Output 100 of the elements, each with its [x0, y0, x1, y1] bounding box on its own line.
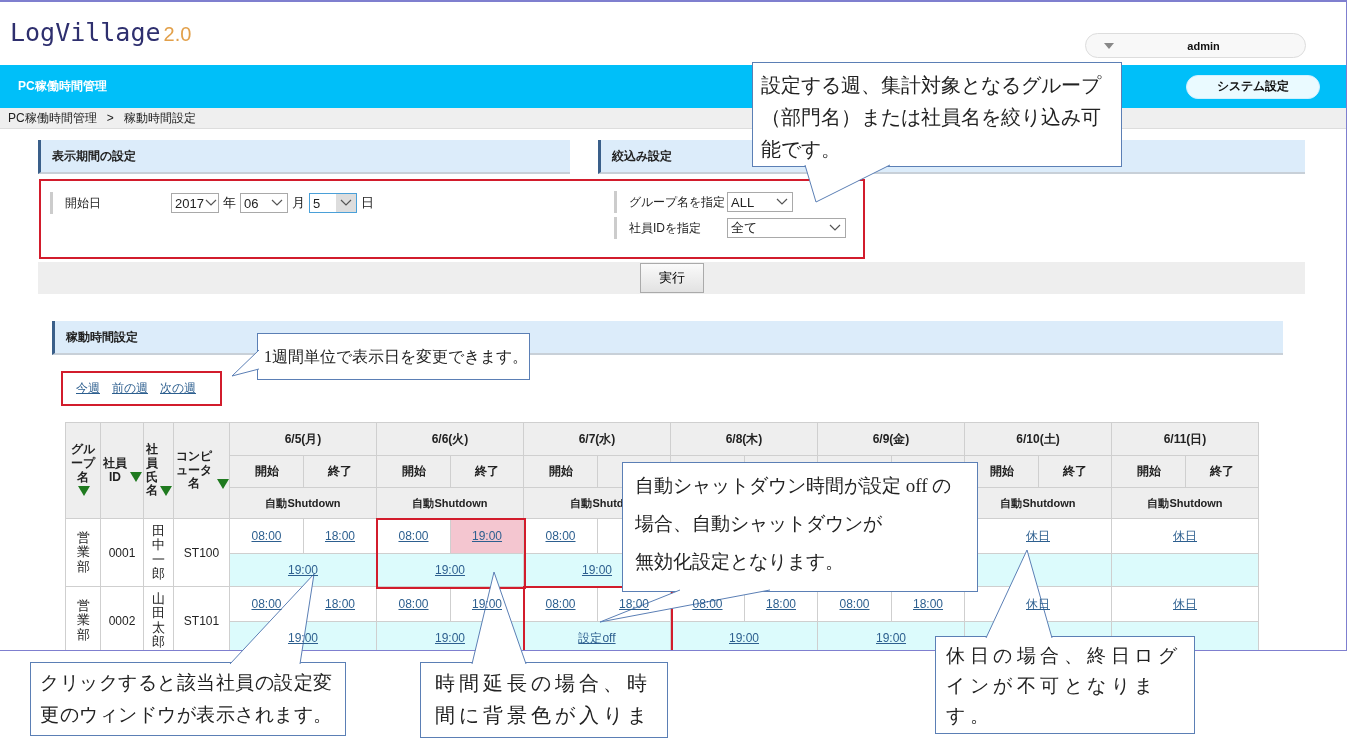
holiday-link[interactable]: 休日 — [1026, 528, 1050, 543]
column-header[interactable]: コンピュータ名 — [173, 422, 230, 519]
section-title: 表示期間の設定 — [52, 147, 136, 165]
week-link[interactable]: 次の週 — [160, 380, 196, 397]
shutdown-link[interactable]: 19:00 — [876, 631, 906, 645]
user-menu[interactable]: admin — [1085, 33, 1306, 58]
unit-label: 日 — [361, 194, 374, 212]
shutdown-link[interactable]: 19:00 — [435, 563, 465, 577]
time-link[interactable]: 08:00 — [692, 597, 723, 611]
time-link[interactable]: 08:00 — [545, 597, 576, 611]
column-header[interactable]: 社員ID — [100, 422, 144, 519]
column-header: 終了 — [303, 455, 377, 488]
breadcrumb-separator: > — [106, 111, 114, 125]
shutdown-link[interactable]: 19:00 — [435, 631, 465, 645]
shutdown-link[interactable]: 19:00 — [729, 631, 759, 645]
unit-label: 年 — [223, 194, 236, 212]
callout-text: 能です。 — [761, 137, 841, 162]
time-link[interactable]: 08:00 — [545, 529, 576, 543]
callout-text: インが不可となりま — [946, 674, 1158, 698]
column-header: 自動Shutdown — [1111, 487, 1259, 519]
dropdown[interactable]: 5 — [309, 193, 357, 213]
date-header: 6/9(金) — [817, 422, 965, 456]
time-link[interactable]: 19:00 — [472, 529, 502, 543]
week-link[interactable]: 前の週 — [112, 380, 148, 397]
shutdown-link[interactable]: 19:00 — [288, 631, 318, 645]
column-header: 開始 — [523, 455, 598, 488]
shutdown-link[interactable]: 設定off — [578, 630, 616, 645]
chevron-icon — [271, 199, 283, 207]
sort-icon[interactable] — [159, 486, 172, 497]
dropdown[interactable]: 全て — [727, 218, 846, 238]
callout-text: 時間延長の場合、時 — [435, 671, 651, 696]
callout-text: 無効化設定となります。 — [635, 550, 844, 574]
shutdown-link[interactable]: 19:00 — [288, 563, 318, 577]
unit-label: 月 — [292, 194, 305, 212]
table-cell: ST101 — [173, 586, 230, 650]
column-header: 開始 — [229, 455, 304, 488]
callout-text: （部門名）または社員名を絞り込み可 — [761, 105, 1101, 130]
date-header: 6/5(月) — [229, 422, 377, 456]
column-header: 自動Shutdown — [376, 487, 524, 519]
column-header: 自動Shutdown — [229, 487, 377, 519]
column-header: 終了 — [1038, 455, 1112, 488]
section-title: 絞込み設定 — [612, 147, 672, 165]
date-header: 6/8(木) — [670, 422, 818, 456]
column-header: 終了 — [1185, 455, 1259, 488]
section-title: 稼動時間設定 — [66, 328, 138, 346]
holiday-link[interactable]: 休日 — [1173, 596, 1197, 611]
dropdown[interactable]: 06 — [240, 193, 288, 213]
date-header: 6/11(日) — [1111, 422, 1259, 456]
time-link[interactable]: 08:00 — [251, 597, 282, 611]
table-cell: 営業部 — [65, 586, 101, 650]
time-link[interactable]: 18:00 — [619, 597, 649, 611]
column-header: 開始 — [1111, 455, 1186, 488]
run-button[interactable]: 実行 — [639, 263, 704, 293]
time-link[interactable]: 08:00 — [839, 597, 870, 611]
table-cell: ST100 — [173, 518, 230, 587]
sort-icon[interactable] — [216, 479, 229, 490]
shutdown-link[interactable]: 19:00 — [582, 563, 612, 577]
time-link[interactable]: 19:00 — [472, 597, 502, 611]
breadcrumb-item[interactable]: 稼動時間設定 — [123, 109, 196, 127]
column-header[interactable]: 社員氏名 — [143, 422, 174, 519]
chevron-icon — [204, 199, 217, 207]
breadcrumb-item[interactable]: PC稼働時間管理 — [8, 109, 97, 127]
date-header: 6/7(水) — [523, 422, 671, 456]
time-link[interactable]: 08:00 — [398, 597, 429, 611]
app-title: PC稼働時間管理 — [18, 78, 107, 95]
chevron-icon — [829, 224, 841, 232]
callout-text: 1週間単位で表示日を変更できます。 — [264, 347, 528, 367]
caret-icon — [1104, 42, 1114, 49]
holiday-link[interactable]: 休日 — [1173, 528, 1197, 543]
dropdown[interactable]: 2017 — [171, 193, 219, 213]
column-header: 開始 — [376, 455, 451, 488]
callout-text: 間に背景色が入りま — [435, 703, 651, 728]
time-link[interactable]: 08:00 — [398, 529, 429, 543]
time-link[interactable]: 18:00 — [325, 597, 355, 611]
callout-text: クリックすると該当社員の設定変 — [40, 671, 333, 695]
sort-icon[interactable] — [130, 472, 143, 483]
callout-text: 更のウィンドウが表示されます。 — [40, 703, 333, 727]
time-link[interactable]: 18:00 — [325, 529, 355, 543]
callout-text: す。 — [946, 704, 993, 728]
time-link[interactable]: 18:00 — [766, 597, 796, 611]
column-header: 終了 — [450, 455, 524, 488]
column-header[interactable]: グループ名 — [65, 422, 101, 519]
sort-icon[interactable] — [78, 486, 90, 497]
time-link[interactable]: 18:00 — [913, 597, 943, 611]
time-link[interactable]: 08:00 — [251, 529, 282, 543]
callout-text: 休日の場合、終日ログ — [946, 644, 1181, 668]
callout-text: 設定する週、集計対象となるグループ — [761, 73, 1101, 98]
table-cell: 山田太郎 — [143, 586, 174, 650]
chevron-icon — [340, 199, 352, 207]
table-cell: 田中一郎 — [143, 518, 174, 587]
dropdown[interactable]: ALL — [727, 192, 793, 212]
table-cell: 0001 — [100, 518, 144, 587]
holiday-link[interactable]: 休日 — [1026, 596, 1050, 611]
chevron-icon — [776, 198, 788, 206]
week-link[interactable]: 今週 — [76, 380, 100, 397]
logo: LogVillage 2.0 — [10, 18, 192, 47]
settings-button[interactable]: システム設定 — [1186, 74, 1320, 99]
date-header: 6/6(火) — [376, 422, 524, 456]
table-cell: 0002 — [100, 586, 144, 650]
table-cell: 営業部 — [65, 518, 101, 587]
